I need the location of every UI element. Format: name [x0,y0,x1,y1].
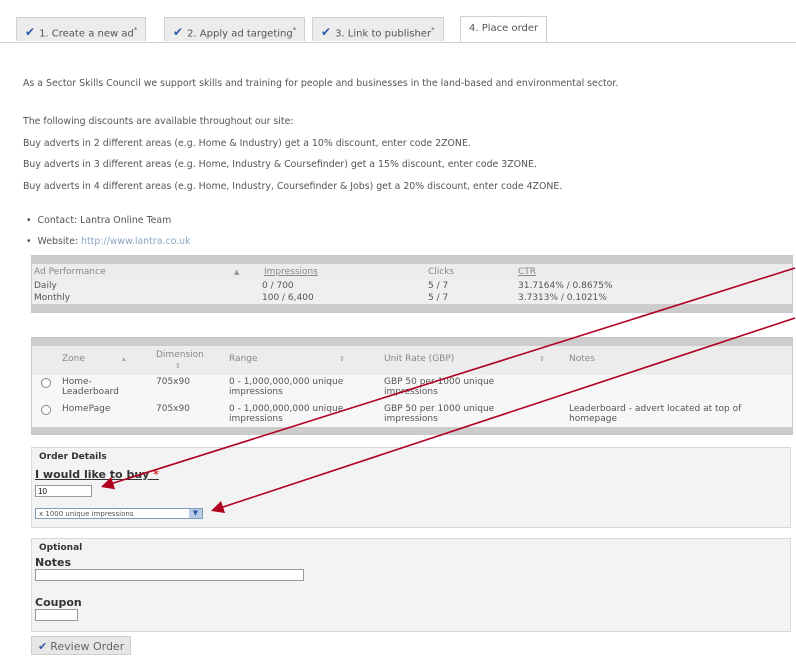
annotation-arrows [100,267,796,514]
arrow-to-select-icon [210,317,796,514]
arrow-to-quantity-icon [100,267,796,490]
